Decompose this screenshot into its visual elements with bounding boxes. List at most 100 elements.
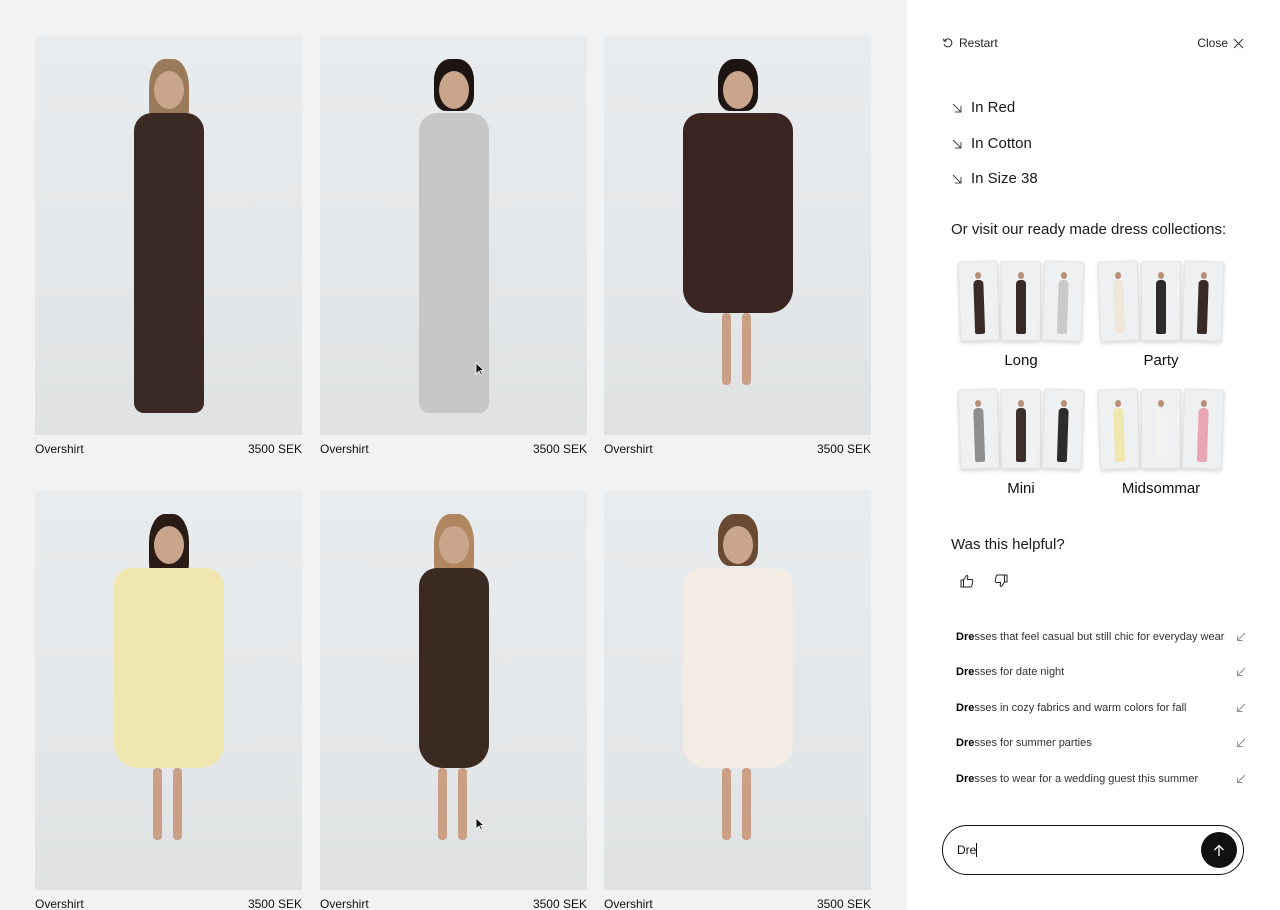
product-price: 3500 SEK xyxy=(247,897,302,910)
chat-input[interactable]: Dre xyxy=(942,825,1244,875)
close-icon xyxy=(1233,38,1244,48)
product-price: 3500 SEK xyxy=(247,442,302,456)
collection-label: Midsommar xyxy=(1121,480,1201,497)
product-image[interactable] xyxy=(320,35,587,435)
collection-card[interactable]: Party xyxy=(1097,255,1225,369)
text-caret xyxy=(976,843,978,858)
product-price: 3500 SEK xyxy=(532,897,587,910)
restart-button[interactable]: Restart xyxy=(942,35,998,51)
collection-label: Party xyxy=(1143,352,1179,369)
suggestion-match: Dre xyxy=(956,666,975,678)
product-name[interactable]: Overshirt xyxy=(604,897,653,910)
arrow-up-left-icon xyxy=(1237,667,1246,676)
model-figure xyxy=(394,55,514,425)
suggestion-match: Dre xyxy=(956,631,975,643)
collection-thumbnail xyxy=(1001,261,1041,341)
product-card[interactable]: Overshirt 3500 SEK xyxy=(604,490,871,910)
product-card[interactable]: Overshirt 3500 SEK xyxy=(35,490,302,910)
collection-thumbnail xyxy=(1141,261,1181,341)
product-image[interactable] xyxy=(35,490,302,890)
collection-label: Long xyxy=(1004,352,1038,369)
suggestion-rest: sses in cozy fabrics and warm colors for… xyxy=(974,702,1187,714)
assistant-panel: Restart Close In Red In Cotton In Size 38 … xyxy=(907,0,1280,910)
model-figure xyxy=(394,510,514,880)
model-figure xyxy=(109,55,229,425)
search-suggestion[interactable]: Dresses for date night xyxy=(956,666,1246,678)
close-button[interactable]: Close xyxy=(1197,35,1244,51)
quick-filter-label: In Size 38 xyxy=(971,170,1038,187)
collection-thumbnail xyxy=(1141,389,1181,469)
suggestion-rest: sses to wear for a wedding guest this su… xyxy=(974,773,1199,785)
quick-filter-button[interactable]: In Red xyxy=(951,99,1015,116)
collection-thumbnail xyxy=(1041,388,1085,470)
collection-thumbnail xyxy=(1181,260,1225,342)
suggestion-match: Dre xyxy=(956,737,975,749)
product-name[interactable]: Overshirt xyxy=(604,442,653,456)
collection-thumbnail xyxy=(957,388,1001,470)
mouse-cursor xyxy=(475,817,485,831)
send-button[interactable] xyxy=(1201,832,1237,868)
arrow-up-left-icon xyxy=(1237,774,1246,783)
restart-label: Restart xyxy=(959,36,998,50)
restart-icon xyxy=(942,38,953,48)
search-suggestion[interactable]: Dresses in cozy fabrics and warm colors … xyxy=(956,702,1246,714)
quick-filter-label: In Red xyxy=(971,99,1016,116)
quick-filter-button[interactable]: In Cotton xyxy=(951,135,1032,152)
collection-card[interactable]: Midsommar xyxy=(1097,383,1225,497)
arrow-up-left-icon xyxy=(1237,703,1246,712)
collection-thumbnail xyxy=(1041,260,1085,342)
product-card[interactable]: Overshirt 3500 SEK xyxy=(35,35,302,456)
quick-filter-label: In Cotton xyxy=(971,135,1032,152)
thumbs-down-icon[interactable] xyxy=(993,573,1009,589)
model-figure xyxy=(109,510,229,880)
panel-topbar: Restart Close xyxy=(942,35,1244,51)
arrow-up-left-icon xyxy=(1237,738,1246,747)
product-card[interactable]: Overshirt 3500 SEK xyxy=(604,35,871,456)
arrow-up-left-icon xyxy=(1237,632,1246,641)
suggestion-rest: sses that feel casual but still chic for… xyxy=(974,631,1225,643)
mouse-cursor xyxy=(475,362,485,376)
product-name[interactable]: Overshirt xyxy=(35,442,84,456)
product-price: 3500 SEK xyxy=(532,442,587,456)
search-suggestion[interactable]: Dresses for summer parties xyxy=(956,737,1246,749)
helpful-question: Was this helpful? xyxy=(951,536,1065,553)
collections-heading: Or visit our ready made dress collection… xyxy=(951,221,1227,238)
product-card[interactable]: Overshirt 3500 SEK xyxy=(320,490,587,910)
product-price: 3500 SEK xyxy=(816,897,871,910)
product-image[interactable] xyxy=(604,490,871,890)
product-name[interactable]: Overshirt xyxy=(320,897,369,910)
collection-thumbnail xyxy=(1181,388,1225,470)
collection-label: Mini xyxy=(1007,480,1035,497)
arrow-down-right-icon xyxy=(952,139,962,148)
thumbs-up-icon[interactable] xyxy=(959,573,975,589)
collection-card[interactable]: Mini xyxy=(957,383,1085,497)
suggestion-rest: sses for summer parties xyxy=(974,737,1092,749)
product-image[interactable] xyxy=(604,35,871,435)
product-name[interactable]: Overshirt xyxy=(35,897,84,910)
arrow-down-right-icon xyxy=(952,174,962,183)
suggestion-rest: sses for date night xyxy=(974,666,1065,678)
chat-input-value: Dre xyxy=(957,842,977,857)
product-price: 3500 SEK xyxy=(816,442,871,456)
product-card[interactable]: Overshirt 3500 SEK xyxy=(320,35,587,456)
quick-filter-button[interactable]: In Size 38 xyxy=(951,170,1038,187)
collection-card[interactable]: Long xyxy=(957,255,1085,369)
product-grid: Overshirt 3500 SEK Overshirt 3500 SEK Oversh… xyxy=(0,0,907,910)
collection-thumbnail xyxy=(1097,388,1141,470)
feedback-buttons xyxy=(959,573,1009,589)
previous-message-faded xyxy=(951,6,1251,23)
product-image[interactable] xyxy=(320,490,587,890)
suggestion-match: Dre xyxy=(956,773,975,785)
arrow-down-right-icon xyxy=(952,103,962,112)
close-label: Close xyxy=(1197,36,1228,50)
suggestion-match: Dre xyxy=(956,702,975,714)
arrow-up-icon xyxy=(1214,844,1224,856)
search-suggestion[interactable]: Dresses that feel casual but still chic … xyxy=(956,631,1246,643)
product-image[interactable] xyxy=(35,35,302,435)
search-suggestion[interactable]: Dresses to wear for a wedding guest this… xyxy=(956,773,1246,785)
collection-thumbnail xyxy=(1001,389,1041,469)
collection-thumbnail xyxy=(1097,260,1141,342)
model-figure xyxy=(678,510,798,880)
product-name[interactable]: Overshirt xyxy=(320,442,369,456)
collection-thumbnail xyxy=(957,260,1001,342)
